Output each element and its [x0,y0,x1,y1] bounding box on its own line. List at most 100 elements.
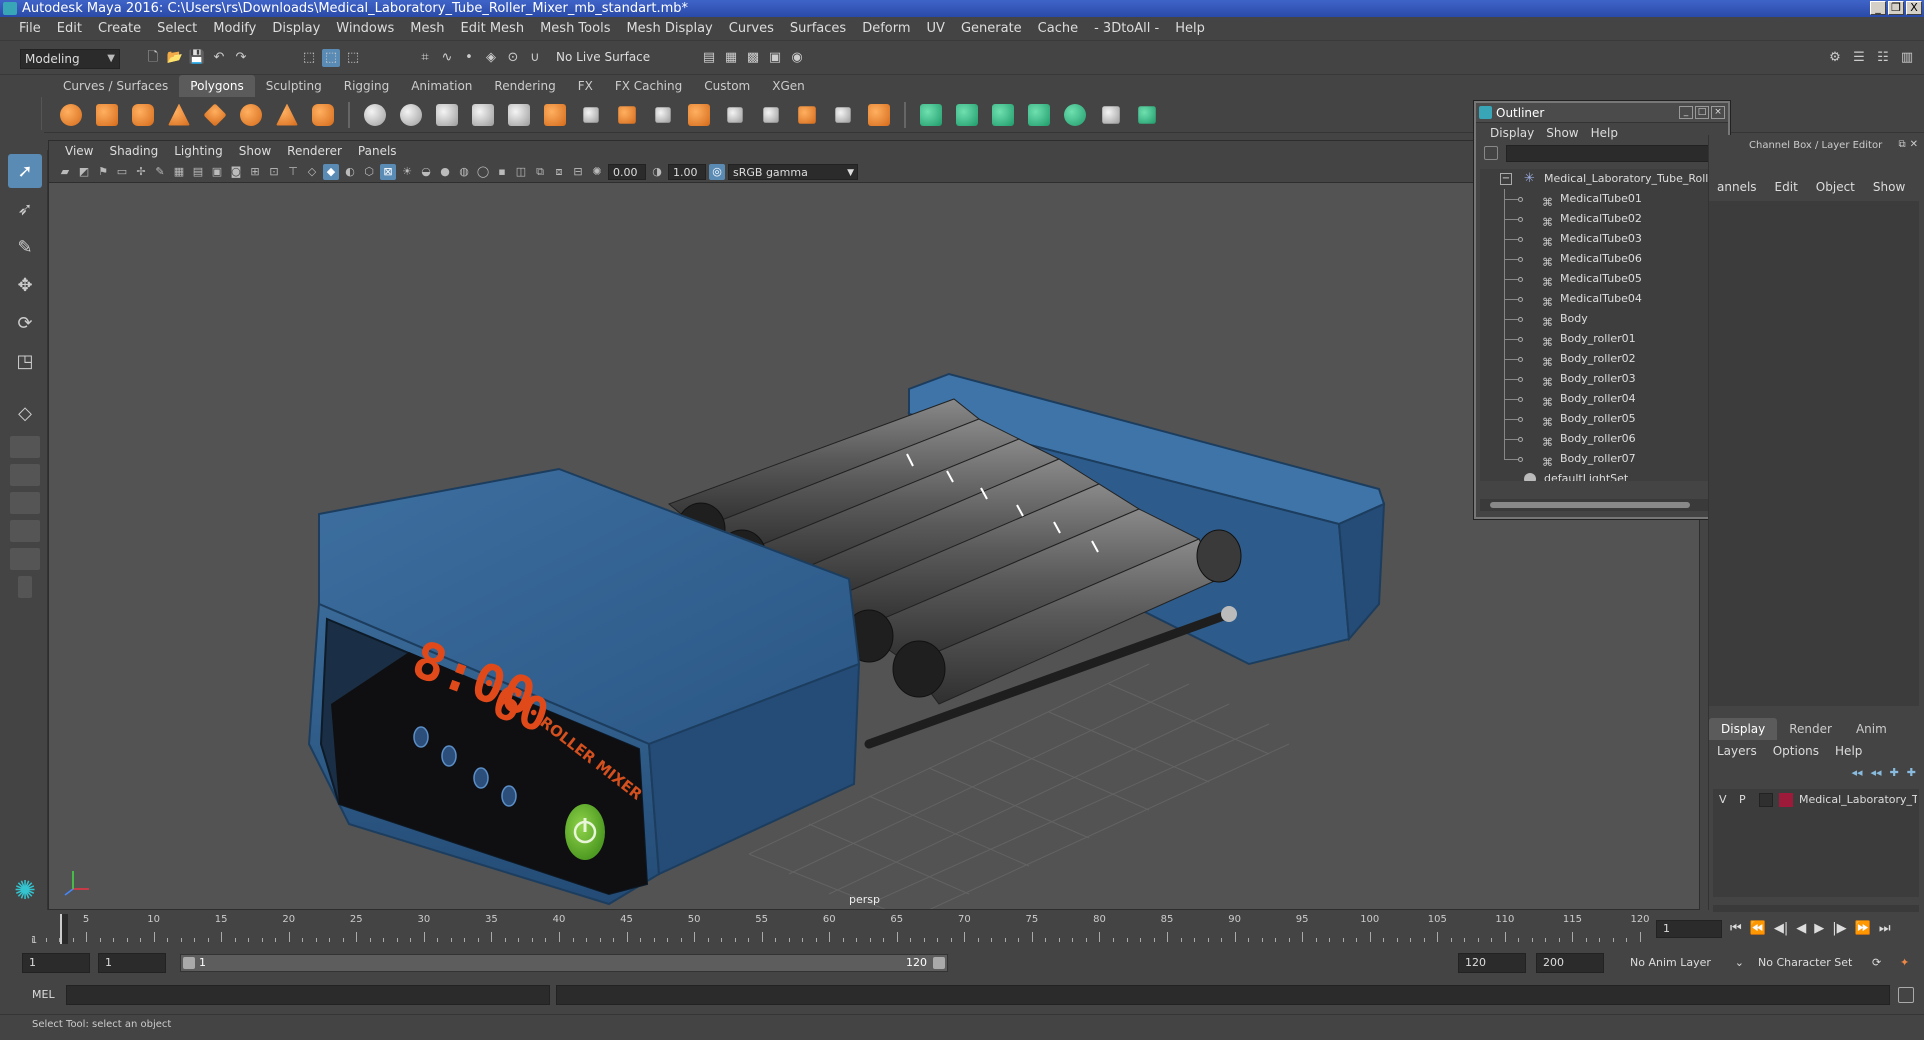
outliner-horizontal-scrollbar[interactable] [1480,499,1712,511]
snap-view-plane-icon[interactable]: ◈ [482,49,500,67]
snap-live-icon[interactable]: ⊙ [504,49,522,67]
outliner-layout-icon[interactable] [10,492,40,514]
outliner-item[interactable]: ⌘ Body_roller07 [1480,449,1712,469]
safe-title-icon[interactable]: ⊤ [285,164,301,180]
grease-pencil-icon[interactable]: ✎ [152,164,168,180]
outliner-menu-display[interactable]: Display [1484,123,1540,143]
layer-row[interactable]: V P Medical_Laboratory_Tu [1713,789,1919,811]
multi-cut-icon[interactable] [576,100,606,130]
smooth-shade-icon[interactable]: ◆ [323,163,339,180]
playback-range-bar[interactable]: 1 120 [180,954,948,972]
outliner-menu-help[interactable]: Help [1585,123,1624,143]
select-tool-icon[interactable]: ➚ [8,154,42,188]
tab-xgen[interactable]: XGen [761,75,816,97]
undo-icon[interactable]: ↶ [210,49,228,67]
menu-file[interactable]: File [12,17,48,41]
tab-custom[interactable]: Custom [693,75,761,97]
menu-help[interactable]: Help [1168,17,1212,41]
open-scene-icon[interactable]: 📂 [166,49,184,67]
outliner-root-item[interactable]: − ✳ Medical_Laboratory_Tube_Roller_ [1480,169,1712,189]
wireframe-icon[interactable]: ◇ [304,164,320,180]
layer-menu-layers[interactable]: Layers [1709,741,1765,761]
render-view-icon[interactable]: ▣ [766,49,784,67]
current-time-marker[interactable] [60,914,68,944]
default-material-icon[interactable]: ◐ [342,164,358,180]
menu-curves[interactable]: Curves [722,17,781,41]
time-slider-track[interactable]: 1 5 10 15 20 25 30 35 40 45 50 55 60 65 70 75 80 85 90 95 1… [31,912,1650,946]
isolate-select-icon[interactable]: ◫ [513,164,529,180]
film-gate-icon[interactable]: ▤ [190,164,206,180]
range-end-handle[interactable] [933,957,945,969]
tab-render[interactable]: Render [1777,718,1844,740]
tab-sculpting[interactable]: Sculpting [255,75,333,97]
animation-prefs-icon[interactable]: ✦ [1894,953,1914,973]
scene-view[interactable]: 8:00 60 ROLLER MIXER [49,184,1700,910]
redo-icon[interactable]: ↷ [232,49,250,67]
combine-icon[interactable] [360,100,390,130]
current-frame-field[interactable]: 1 [1656,920,1722,938]
menu-set-selector[interactable]: Modeling ▼ [20,49,120,69]
layer-playback-toggle[interactable]: P [1739,789,1746,811]
xray-components-icon[interactable]: ⊟ [570,164,586,180]
snap-grid-icon[interactable]: ⌗ [416,49,434,67]
menu-surfaces[interactable]: Surfaces [783,17,853,41]
command-input[interactable] [66,985,550,1005]
tab-anim[interactable]: Anim [1844,718,1899,740]
triangulate-icon[interactable] [828,100,858,130]
quadrangulate-icon[interactable] [864,100,894,130]
gamma-field[interactable]: 1.00 [668,163,706,180]
resolution-gate-icon[interactable]: ▣ [209,164,225,180]
outliner-maximize-button[interactable]: □ [1695,106,1709,119]
menu-cache[interactable]: Cache [1031,17,1085,41]
new-scene-icon[interactable]: 🗋 [144,49,162,67]
new-layer-selected-icon[interactable]: ✚ [1907,766,1916,779]
poly-cube-icon[interactable] [92,100,122,130]
menu-deform[interactable]: Deform [855,17,917,41]
menu-3dtoall[interactable]: - 3DtoAll - [1087,17,1166,41]
close-panel-icon[interactable]: ✕ [1910,139,1918,150]
exposure-field[interactable]: 0.00 [608,163,646,180]
animation-start-field[interactable]: 1 [22,953,90,973]
scale-tool-icon[interactable]: ◳ [8,344,42,378]
field-chart-icon[interactable]: ⊞ [247,164,263,180]
float-panel-icon[interactable]: ⧉ [1898,139,1905,150]
menu-edit[interactable]: Edit [50,17,89,41]
character-set-select[interactable]: No Character Set [1752,953,1876,973]
playback-end-field[interactable]: 120 [1458,953,1526,973]
go-to-start-icon[interactable]: ⏮ [1730,921,1742,936]
poly-prism-icon[interactable] [272,100,302,130]
bridge-icon[interactable] [540,100,570,130]
fill-hole-icon[interactable] [792,100,822,130]
attribute-editor-icon[interactable]: ☰ [1850,49,1868,67]
uv-layout-icon[interactable] [1132,100,1162,130]
time-slider[interactable]: 1 5 10 15 20 25 30 35 40 45 50 55 60 65 70 75 80 85 90 95 1… [0,912,1924,948]
vp-menu-shading[interactable]: Shading [101,141,166,161]
uv-editor-icon[interactable] [1096,100,1126,130]
outliner-item[interactable]: ⌘ Body [1480,309,1712,329]
outliner-item[interactable]: ⌘ MedicalTube04 [1480,289,1712,309]
textured-icon[interactable]: ⊠ [380,163,396,180]
outliner-minimize-button[interactable]: _ [1679,106,1693,119]
modeling-toolkit-icon[interactable]: ⚙ [1826,49,1844,67]
paint-select-tool-icon[interactable]: ✎ [8,230,42,264]
menu-display[interactable]: Display [265,17,327,41]
anti-aliasing-icon[interactable]: ◯ [475,164,491,180]
wireframe-on-shaded-icon[interactable]: ⬡ [361,164,377,180]
separate-icon[interactable] [396,100,426,130]
collapse-icon[interactable]: − [1500,173,1512,185]
move-tool-icon[interactable]: ✥ [8,268,42,302]
tab-display[interactable]: Display [1709,718,1778,740]
outliner-item[interactable]: ⌘ MedicalTube03 [1480,229,1712,249]
image-plane-icon[interactable]: ▭ [114,164,130,180]
anim-layer-select[interactable]: No Anim Layer ⌄ [1624,953,1744,973]
outliner-item[interactable]: ⌘ Body_roller04 [1480,389,1712,409]
xray-icon[interactable]: ⧉ [532,164,548,180]
close-button[interactable]: X [1906,1,1922,15]
four-view-layout-icon[interactable] [10,436,40,458]
menu-edit-mesh[interactable]: Edit Mesh [454,17,532,41]
bookmark-icon[interactable]: ⚑ [95,164,111,180]
layer-color-swatch[interactable] [1779,793,1793,807]
menu-generate[interactable]: Generate [954,17,1029,41]
vp-menu-view[interactable]: View [57,141,101,161]
step-forward-icon[interactable]: ⏩ [1855,921,1871,936]
